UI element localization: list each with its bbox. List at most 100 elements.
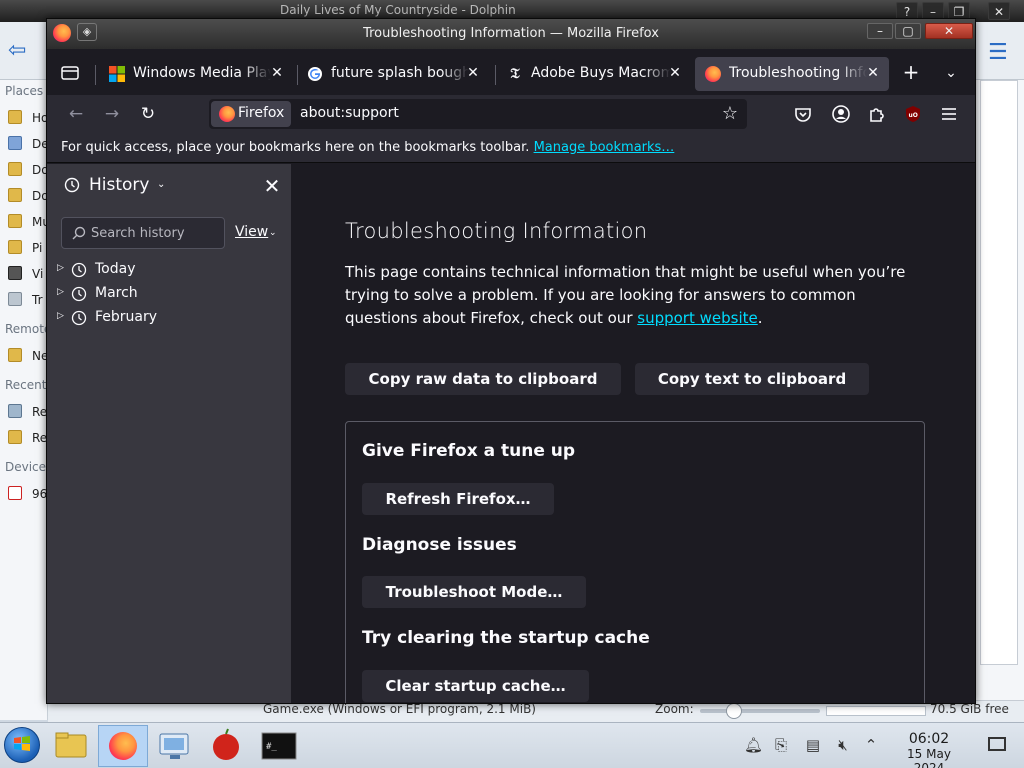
search-icon <box>72 226 86 240</box>
volume-muted-icon[interactable]: 🔇︎ <box>834 736 852 754</box>
close-tab-icon[interactable]: ✕ <box>863 63 883 83</box>
history-clock-icon <box>64 177 80 193</box>
pictures-folder-icon <box>8 240 22 254</box>
terminal-icon: #_ <box>261 732 297 760</box>
zoom-slider-thumb[interactable] <box>726 703 742 719</box>
forward-button[interactable]: → <box>99 101 125 127</box>
places-row[interactable]: Mu <box>8 214 48 229</box>
devices-heading: Devices <box>5 460 49 474</box>
places-row[interactable]: Re <box>8 430 48 445</box>
reload-button[interactable]: ↻ <box>135 101 161 127</box>
copy-text-button[interactable]: Copy text to clipboard <box>635 363 869 395</box>
clock-time[interactable]: 06:02 <box>892 731 966 747</box>
support-website-link[interactable]: support website <box>637 309 757 327</box>
pocket-icon[interactable] <box>791 102 815 126</box>
places-row[interactable]: Do <box>8 188 48 203</box>
expand-twisty-icon[interactable]: ▷ <box>57 311 64 321</box>
recent-heading: Recent <box>5 378 47 392</box>
firefox-logo-icon <box>109 732 137 760</box>
chevron-down-icon[interactable]: ⌄ <box>157 179 165 190</box>
show-desktop-icon[interactable] <box>988 737 1006 751</box>
tab-adobe-buys-macromedia[interactable]: 𝔗 Adobe Buys Macromedia ✕ <box>497 57 693 91</box>
history-group-february[interactable]: ▷ February <box>57 307 277 329</box>
manage-bookmarks-link[interactable]: Manage bookmarks… <box>534 140 675 155</box>
tab-label: future splash bought <box>331 65 469 81</box>
places-row[interactable]: Re <box>8 404 48 419</box>
places-row[interactable]: De <box>8 136 48 151</box>
app-menu-icon[interactable] <box>937 102 961 126</box>
firefox-logo-icon <box>219 106 235 122</box>
windows-flag-icon <box>14 736 30 751</box>
tab-windows-media-player[interactable]: Windows Media Player ✕ <box>99 57 293 91</box>
bg-close-button[interactable]: ✕ <box>988 2 1010 20</box>
maximize-button[interactable]: ▢ <box>895 23 921 39</box>
minimize-button[interactable]: – <box>867 23 893 39</box>
list-tabs-chevron-icon[interactable]: ⌄ <box>939 61 963 85</box>
taskbar-terminal[interactable]: #_ <box>254 725 304 767</box>
notifications-icon[interactable]: 🔔︎ <box>744 736 763 754</box>
sidebar-switcher[interactable]: History <box>89 175 149 195</box>
extensions-icon[interactable] <box>865 102 889 126</box>
close-tab-icon[interactable]: ✕ <box>463 63 483 83</box>
places-row[interactable]: Tr <box>8 292 48 307</box>
back-button[interactable]: ← <box>63 101 89 127</box>
places-row[interactable]: Ho <box>8 110 48 125</box>
new-tab-button[interactable]: + <box>899 61 923 85</box>
close-tab-icon[interactable]: ✕ <box>267 63 287 83</box>
troubleshoot-mode-button[interactable]: Troubleshoot Mode… <box>362 576 586 608</box>
clipboard-icon[interactable]: ⎘ <box>772 736 790 754</box>
tab-separator <box>495 65 496 85</box>
history-group-march[interactable]: ▷ March <box>57 283 277 305</box>
taskbar-apple-app[interactable] <box>202 725 252 767</box>
svg-text:#_: #_ <box>266 742 277 752</box>
copy-raw-data-button[interactable]: Copy raw data to clipboard <box>345 363 621 395</box>
firefox-logo-icon <box>705 66 721 82</box>
folder-icon <box>55 732 87 758</box>
account-icon[interactable] <box>829 102 853 126</box>
list-all-tabs-icon[interactable] <box>59 62 81 82</box>
places-row[interactable]: Pi <box>8 240 48 255</box>
history-group-today[interactable]: ▷ Today <box>57 259 277 281</box>
tune-up-heading: Give Firefox a tune up <box>362 441 576 461</box>
tab-troubleshooting-information[interactable]: Troubleshooting Information ✕ <box>695 57 889 91</box>
close-window-button[interactable]: ✕ <box>925 23 973 39</box>
tab-future-splash[interactable]: future splash bought ✕ <box>297 57 491 91</box>
page-description: This page contains technical information… <box>345 263 906 327</box>
expand-twisty-icon[interactable]: ▷ <box>57 263 64 273</box>
chevron-down-icon[interactable]: ⌄ <box>269 228 277 238</box>
refresh-firefox-button[interactable]: Refresh Firefox… <box>362 483 554 515</box>
places-row[interactable]: 96 <box>8 486 48 501</box>
clock-date[interactable]: 15 May 2024 <box>890 747 968 768</box>
places-row[interactable]: Vi <box>8 266 48 281</box>
network-folder-icon <box>8 348 22 362</box>
bg-menu-icon[interactable]: ☰ <box>988 40 1008 65</box>
close-tab-icon[interactable]: ✕ <box>665 63 685 83</box>
tray-expand-icon[interactable]: ⌃ <box>862 736 880 754</box>
bookmark-star-icon[interactable]: ☆ <box>717 101 743 127</box>
taskbar-system-settings[interactable] <box>150 725 200 767</box>
taskbar-firefox[interactable] <box>98 725 148 767</box>
clock-icon <box>71 286 87 302</box>
bookmarks-prompt: For quick access, place your bookmarks h… <box>61 140 675 155</box>
tab-label: Adobe Buys Macromedia <box>531 65 671 81</box>
tomato-app-icon <box>213 728 239 760</box>
places-row[interactable]: Ne <box>8 348 48 363</box>
identity-label: Firefox <box>238 105 285 121</box>
url-text[interactable]: about:support <box>300 105 399 121</box>
bg-back-arrow-icon[interactable]: ⇦ <box>8 38 26 63</box>
places-row[interactable]: Do <box>8 162 48 177</box>
zoom-slider-track[interactable] <box>700 709 820 713</box>
device-notifier-icon[interactable]: ▤ <box>804 736 822 754</box>
search-history-input[interactable] <box>91 224 221 242</box>
clear-startup-cache-button[interactable]: Clear startup cache… <box>362 670 589 702</box>
ublock-origin-icon[interactable]: uO <box>901 102 925 126</box>
places-heading: Places <box>5 84 44 98</box>
close-sidebar-button[interactable]: ✕ <box>261 175 283 197</box>
tab-label: Windows Media Player <box>133 65 271 81</box>
nyt-logo-icon: 𝔗 <box>510 66 520 82</box>
view-menu-button[interactable]: View <box>235 224 268 240</box>
folder-icon <box>8 110 22 124</box>
taskbar-file-manager[interactable] <box>46 725 96 767</box>
status-file-info: Game.exe (Windows or EFI program, 2.1 Mi… <box>263 702 536 716</box>
expand-twisty-icon[interactable]: ▷ <box>57 287 64 297</box>
